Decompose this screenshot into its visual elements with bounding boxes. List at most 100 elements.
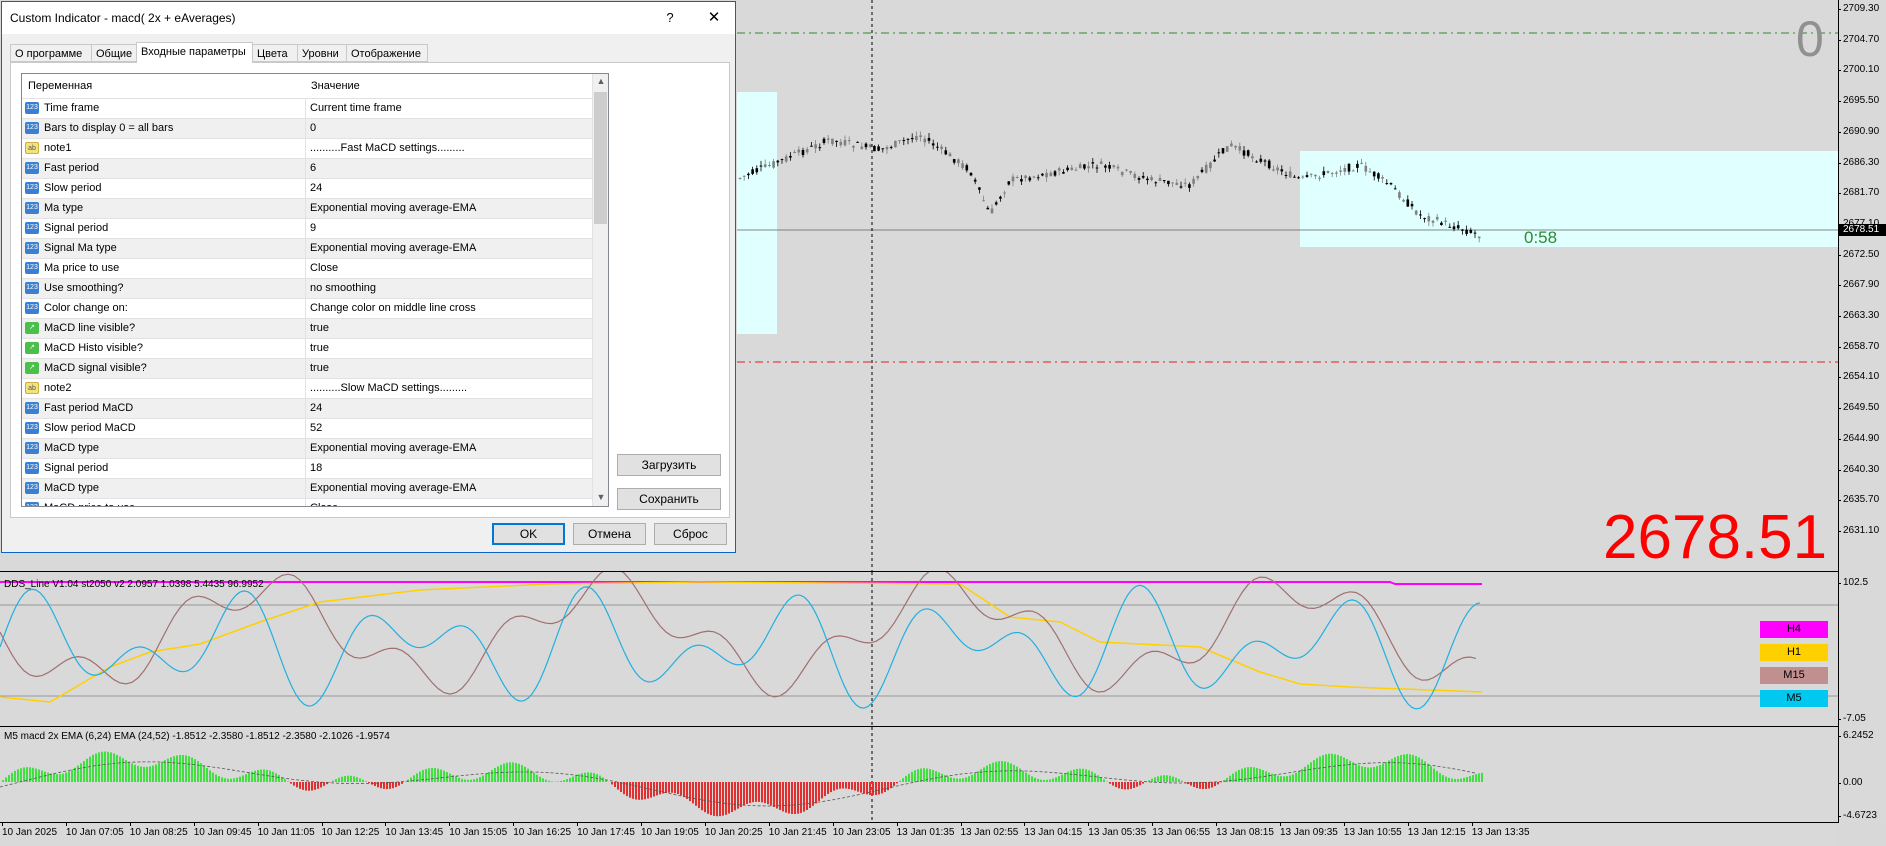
time-axis-label: 10 Jan 08:25 [129, 827, 188, 838]
time-axis-tick [896, 823, 898, 826]
parameter-value[interactable]: ..........Fast MaCD settings......... [310, 142, 465, 154]
time-axis-tick [1471, 823, 1473, 826]
column-separator [305, 219, 306, 238]
parameter-value[interactable]: 24 [310, 402, 322, 414]
column-separator [305, 119, 306, 138]
parameter-value[interactable]: Exponential moving average-EMA [310, 482, 476, 494]
parameter-row[interactable]: 123 Slow period 24 [22, 178, 592, 198]
close-icon[interactable]: ✕ [702, 7, 726, 29]
parameter-name: Signal Ma type [44, 242, 117, 254]
parameter-row[interactable]: 123 Bars to display 0 = all bars 0 [22, 118, 592, 138]
save-button[interactable]: Сохранить [617, 488, 721, 510]
parameter-row[interactable]: 123 Signal period 9 [22, 218, 592, 238]
column-separator [305, 399, 306, 418]
dialog-titlebar[interactable]: Custom Indicator - macd( 2x + eAverages)… [2, 2, 735, 34]
tab-2[interactable]: Входные параметры [136, 42, 253, 63]
parameter-name: MaCD line visible? [44, 322, 136, 334]
parameter-name: MaCD Histo visible? [44, 342, 144, 354]
scroll-thumb[interactable] [594, 92, 607, 224]
parameter-value[interactable]: no smoothing [310, 282, 376, 294]
column-separator [305, 379, 306, 398]
scroll-up-icon[interactable]: ▲ [593, 76, 608, 86]
parameter-value[interactable]: Exponential moving average-EMA [310, 442, 476, 454]
dds-axis-bottom: -7.05 [1838, 713, 1866, 724]
parameter-row[interactable]: 123 Slow period MaCD 52 [22, 418, 592, 438]
time-axis-tick [321, 823, 323, 826]
time-axis-tick [2, 823, 3, 826]
parameter-value[interactable]: 18 [310, 462, 322, 474]
parameter-row[interactable]: ↗ MaCD Histo visible? true [22, 338, 592, 358]
parameter-row[interactable]: 123 Color change on: Change color on middl… [22, 298, 592, 318]
load-button[interactable]: Загрузить [617, 454, 721, 476]
parameter-row[interactable]: 123 Ma price to use Close [22, 258, 592, 278]
parameter-row[interactable]: 123 Time frame Current time frame [22, 98, 592, 118]
reset-button[interactable]: Сброс [654, 523, 727, 545]
parameter-row[interactable]: 123 Fast period MaCD 24 [22, 398, 592, 418]
string-type-icon: ab [25, 142, 39, 154]
time-axis[interactable]: 10 Jan 2025 10 Jan 07:05 10 Jan 08:25 10 Ja… [0, 823, 1838, 846]
dds-line-indicator-panel[interactable]: DDS_Line V1.04 st2050 v2 2.0957 1.0398 5… [0, 572, 1838, 727]
time-axis-label: 10 Jan 15:05 [449, 827, 508, 838]
parameter-value[interactable]: 24 [310, 182, 322, 194]
number-type-icon: 123 [25, 302, 39, 314]
parameter-value[interactable]: ..........Slow MaCD settings......... [310, 382, 467, 394]
parameter-value[interactable]: true [310, 322, 329, 334]
parameter-value[interactable]: Close [310, 502, 338, 506]
tab-5[interactable]: Отображение [346, 44, 428, 62]
price-axis-label: 2686.30 [1837, 156, 1880, 168]
parameter-row[interactable]: 123 Signal period 18 [22, 458, 592, 478]
parameter-value[interactable]: Close [310, 262, 338, 274]
column-value-header[interactable]: Значение [311, 80, 360, 92]
parameter-value[interactable]: true [310, 362, 329, 374]
bar-countdown: 0:58 [1524, 228, 1558, 247]
parameters-grid[interactable]: Переменная Значение 123 Time frame Current… [21, 73, 609, 507]
column-separator [305, 439, 306, 458]
parameter-value[interactable]: Current time frame [310, 102, 402, 114]
parameter-row[interactable]: 123 MaCD type Exponential moving average-E… [22, 478, 592, 498]
parameter-value[interactable]: Exponential moving average-EMA [310, 242, 476, 254]
parameter-value[interactable]: true [310, 342, 329, 354]
macd-indicator-panel[interactable]: M5 macd 2x EMA (6,24) EMA (24,52) -1.851… [0, 727, 1838, 823]
parameter-value[interactable]: Exponential moving average-EMA [310, 202, 476, 214]
ok-button[interactable]: OK [492, 523, 565, 545]
timeframe-badge: H4 [1760, 621, 1828, 638]
parameter-row[interactable]: ↗ MaCD line visible? true [22, 318, 592, 338]
column-separator [305, 259, 306, 278]
parameter-row[interactable]: 123 Signal Ma type Exponential moving aver… [22, 238, 592, 258]
parameter-row[interactable]: 123 Use smoothing? no smoothing [22, 278, 592, 298]
parameter-row[interactable]: 123 MaCD type Exponential moving average-E… [22, 438, 592, 458]
tab-4[interactable]: Уровни [297, 44, 347, 62]
parameter-row[interactable]: 123 Fast period 6 [22, 158, 592, 178]
cancel-button[interactable]: Отмена [573, 523, 646, 545]
grid-scrollbar[interactable]: ▲ ▼ [592, 74, 608, 506]
parameter-value[interactable]: Change color on middle line cross [310, 302, 476, 314]
parameter-value[interactable]: 6 [310, 162, 316, 174]
parameter-value[interactable]: 52 [310, 422, 322, 434]
parameter-name: MaCD type [44, 482, 100, 494]
dds-panel-title: DDS_Line V1.04 st2050 v2 2.0957 1.0398 5… [4, 579, 264, 590]
number-type-icon: 123 [25, 182, 39, 194]
help-button[interactable]: ? [658, 7, 682, 29]
number-type-icon: 123 [25, 482, 39, 494]
custom-indicator-dialog: Custom Indicator - macd( 2x + eAverages)… [1, 1, 736, 553]
column-variable-header[interactable]: Переменная [28, 80, 92, 92]
price-axis-label: 2704.70 [1837, 33, 1880, 45]
parameter-row[interactable]: 123 Ma type Exponential moving average-EMA [22, 198, 592, 218]
time-axis-label: 13 Jan 01:35 [896, 827, 955, 838]
tab-3[interactable]: Цвета [252, 44, 298, 62]
number-type-icon: 123 [25, 122, 39, 134]
price-axis[interactable]: 2709.30 2704.70 2700.10 2695.50 2690.90 2686.… [1837, 0, 1886, 823]
number-type-icon: 123 [25, 162, 39, 174]
demand-zone [1300, 151, 1838, 247]
parameter-row[interactable]: ↗ MaCD signal visible? true [22, 358, 592, 378]
parameter-row[interactable]: 123 MaCD price to use Close [22, 498, 592, 506]
tab-0[interactable]: О программе [10, 44, 92, 62]
tab-1[interactable]: Общие [91, 44, 137, 62]
supply-zone [737, 92, 777, 334]
parameter-value[interactable]: 9 [310, 222, 316, 234]
parameter-row[interactable]: ab note1 ..........Fast MaCD settings.....… [22, 138, 592, 158]
parameter-name: note2 [44, 382, 72, 394]
scroll-down-icon[interactable]: ▼ [593, 492, 608, 502]
parameter-row[interactable]: ab note2 ..........Slow MaCD settings.....… [22, 378, 592, 398]
parameter-value[interactable]: 0 [310, 122, 316, 134]
